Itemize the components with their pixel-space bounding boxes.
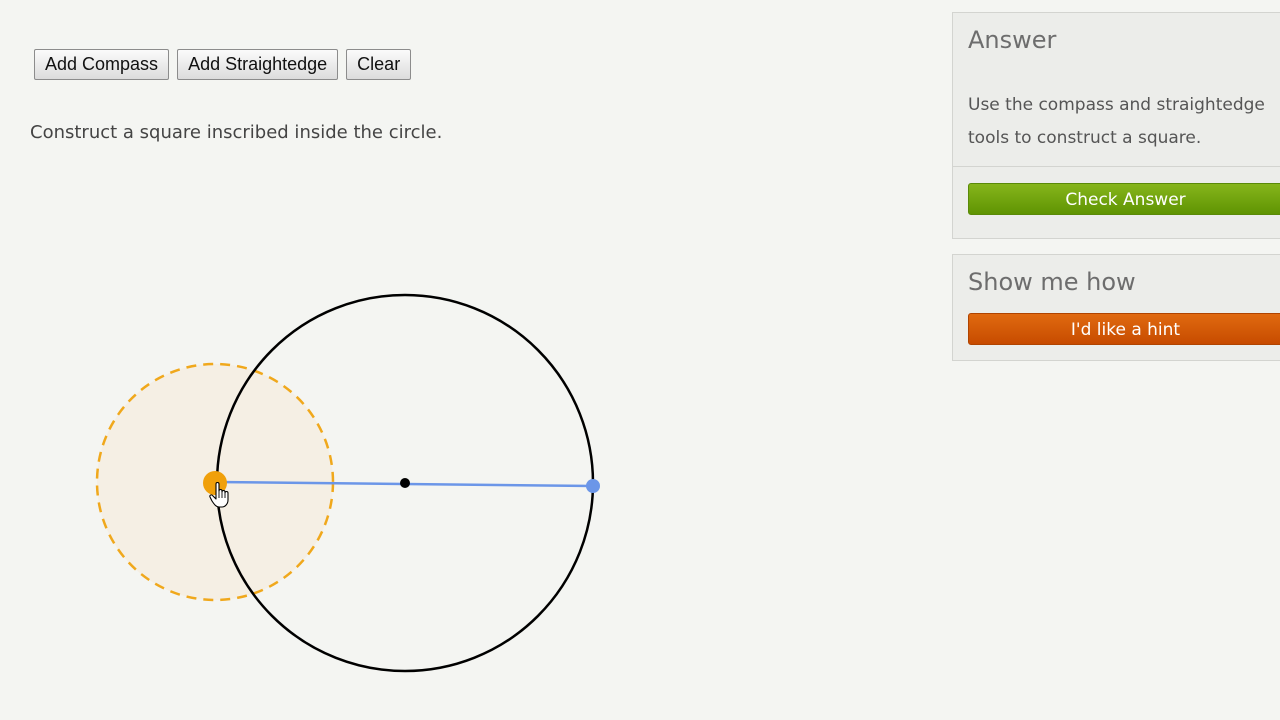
straightedge-endpoint-handle[interactable] (586, 479, 600, 493)
check-answer-button[interactable]: Check Answer (968, 183, 1280, 215)
answer-panel-title: Answer (968, 26, 1057, 54)
hint-panel-title: Show me how (968, 268, 1136, 296)
answer-panel-divider (953, 166, 1280, 167)
answer-panel-description: Use the compass and straightedge tools t… (968, 95, 1265, 148)
construction-canvas[interactable] (0, 0, 940, 720)
answer-panel: Answer Use the compass and straightedge … (952, 12, 1280, 239)
hint-panel: Show me how I'd like a hint (952, 254, 1280, 361)
circle-center-point (400, 478, 410, 488)
hint-button[interactable]: I'd like a hint (968, 313, 1280, 345)
